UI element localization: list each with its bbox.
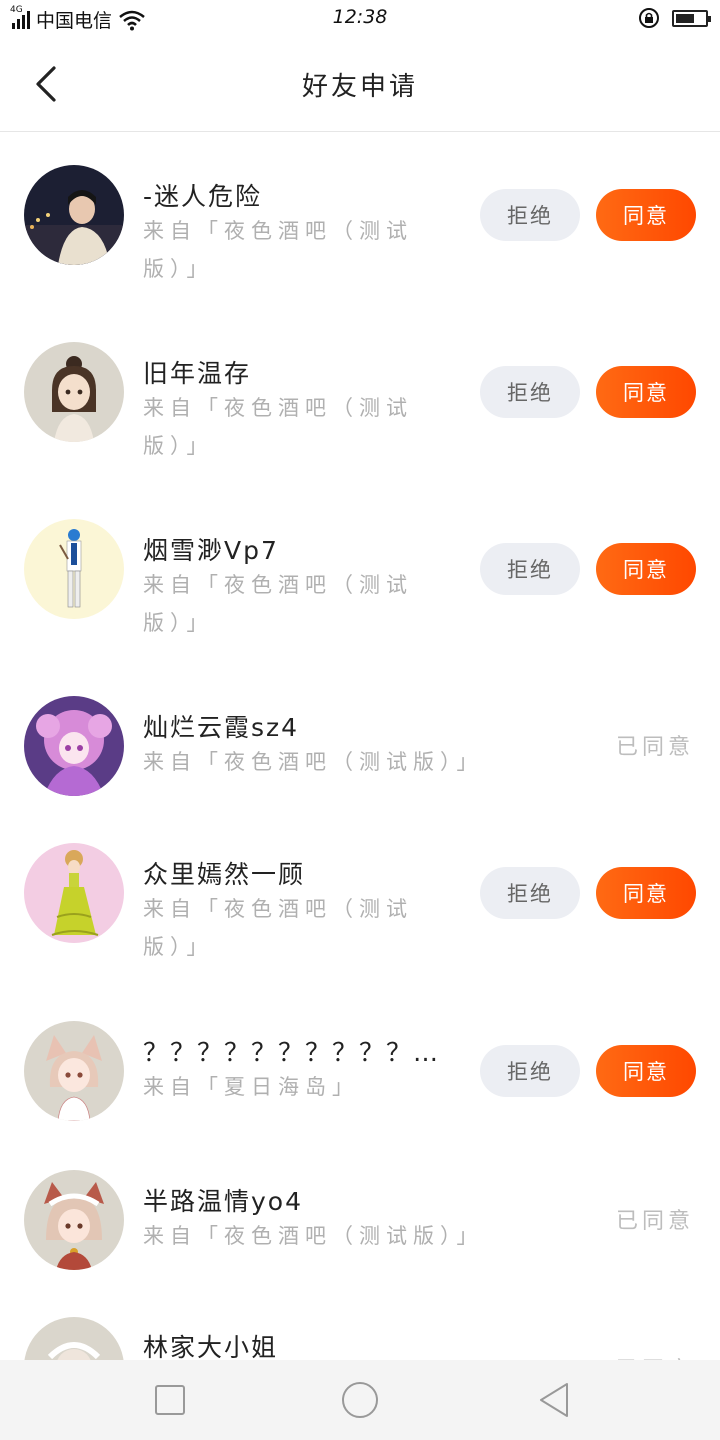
- list-item: ？？？？？？？？？？… 来自「夏日海岛」 拒绝 同意: [0, 990, 720, 1160]
- avatar-image: [24, 519, 124, 619]
- rotation-lock-icon: [639, 8, 659, 28]
- avatar[interactable]: [24, 165, 124, 265]
- battery-level: [676, 13, 694, 23]
- friend-request-list[interactable]: -迷人危险 来自「夜色酒吧（测试版）」 拒绝 同意 旧年温存 来自「夜色酒吧（测…: [0, 132, 720, 1360]
- avatar-image: [24, 1170, 124, 1270]
- requester-name: -迷人危险: [143, 182, 263, 211]
- requester-name: 众里嫣然一顾: [143, 860, 306, 889]
- circle-icon[interactable]: [340, 1380, 380, 1420]
- list-item: 林家大小姐 已同意: [0, 1310, 720, 1360]
- avatar[interactable]: [24, 1021, 124, 1121]
- avatar[interactable]: [24, 1170, 124, 1270]
- triangle-back-icon[interactable]: [535, 1380, 575, 1420]
- page-title: 好友申请: [301, 72, 418, 102]
- reject-button[interactable]: 拒绝: [480, 189, 580, 241]
- accept-button[interactable]: 同意: [596, 366, 696, 418]
- status-time: 12:38: [332, 6, 388, 28]
- requester-name: 林家大小姐: [143, 1333, 279, 1360]
- avatar-image: [24, 843, 124, 943]
- request-source: 来自「夜色酒吧（测试版）」: [143, 573, 413, 635]
- request-source: 来自「夜色酒吧（测试版）」: [143, 219, 413, 281]
- avatar[interactable]: [24, 342, 124, 442]
- agreed-status: 已同意: [615, 735, 694, 760]
- list-item: 旧年温存 来自「夜色酒吧（测试版）」 拒绝 同意: [0, 309, 720, 486]
- request-source: 来自「夏日海岛」: [143, 1075, 359, 1099]
- request-source: 来自「夜色酒吧（测试版）」: [143, 396, 413, 458]
- reject-button[interactable]: 拒绝: [480, 543, 580, 595]
- square-icon[interactable]: [150, 1380, 190, 1420]
- reject-button[interactable]: 拒绝: [480, 1045, 580, 1097]
- request-source: 来自「夜色酒吧（测试版）」: [143, 1224, 484, 1248]
- battery-icon: [672, 9, 711, 27]
- accept-button[interactable]: 同意: [596, 543, 696, 595]
- reject-button[interactable]: 拒绝: [480, 867, 580, 919]
- reject-button[interactable]: 拒绝: [480, 366, 580, 418]
- accept-button[interactable]: 同意: [596, 867, 696, 919]
- list-item: 灿烂云霞sz4 来自「夜色酒吧（测试版）」 已同意: [0, 663, 720, 813]
- avatar[interactable]: [24, 519, 124, 619]
- accept-button[interactable]: 同意: [596, 189, 696, 241]
- list-item: 烟雪渺Vp7 来自「夜色酒吧（测试版）」 拒绝 同意: [0, 486, 720, 663]
- request-source: 来自「夜色酒吧（测试版）」: [143, 897, 413, 959]
- avatar-image: [24, 696, 124, 796]
- avatar-image: [24, 1021, 124, 1121]
- status-bar: 4G 中国电信 12:38: [0, 0, 720, 36]
- requester-name: ？？？？？？？？？？…: [143, 1038, 441, 1067]
- accept-button[interactable]: 同意: [596, 1045, 696, 1097]
- list-item: 众里嫣然一顾 来自「夜色酒吧（测试版）」 拒绝 同意: [0, 813, 720, 990]
- requester-name: 烟雪渺Vp7: [143, 536, 279, 565]
- avatar-image: [24, 1317, 124, 1360]
- requester-name: 半路温情yo4: [143, 1187, 303, 1216]
- list-item: 半路温情yo4 来自「夜色酒吧（测试版）」 已同意: [0, 1160, 720, 1310]
- agreed-status: 已同意: [616, 1352, 694, 1360]
- list-item: -迷人危险 来自「夜色酒吧（测试版）」 拒绝 同意: [0, 132, 720, 309]
- system-nav-bar: [0, 1360, 720, 1440]
- request-source: 来自「夜色酒吧（测试版）」: [143, 750, 484, 774]
- avatar-image: [24, 165, 124, 265]
- avatar[interactable]: [24, 696, 124, 796]
- app-header: 好友申请: [0, 36, 720, 132]
- avatar[interactable]: [24, 1317, 124, 1360]
- avatar-image: [24, 342, 124, 442]
- requester-name: 灿烂云霞sz4: [143, 713, 300, 742]
- agreed-status: 已同意: [615, 1209, 694, 1234]
- avatar[interactable]: [24, 843, 124, 943]
- status-right: [638, 7, 711, 29]
- requester-name: 旧年温存: [143, 359, 252, 388]
